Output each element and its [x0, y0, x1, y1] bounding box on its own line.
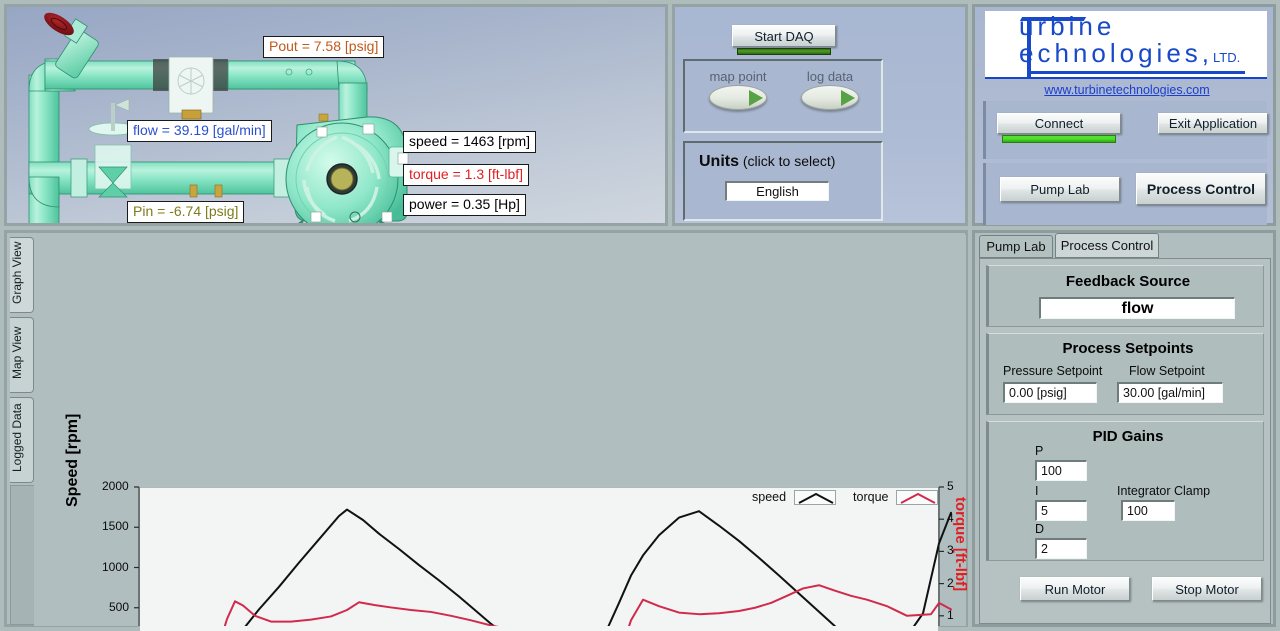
pid-i-label: I	[1035, 484, 1039, 498]
axis-tick-label: 2	[947, 575, 954, 590]
stop-motor-button[interactable]: Stop Motor	[1152, 577, 1262, 601]
process-control-body: Feedback Source flow Process Setpoints P…	[979, 258, 1271, 624]
log-data-toggle[interactable]	[801, 85, 859, 110]
readout-power: power = 0.35 [Hp]	[403, 194, 526, 216]
logo-text: urbine echnologies,LTD.	[1019, 11, 1240, 69]
log-data-control[interactable]: log data	[787, 69, 873, 110]
pressure-setpoint-input[interactable]: 0.00 [psig]	[1003, 382, 1097, 403]
connect-status-led	[1002, 135, 1116, 143]
logo-accent-bar-bottom	[1027, 71, 1245, 74]
daq-control-pane: Start DAQ map point log data Units (clic…	[672, 4, 968, 226]
integrator-clamp-label: Integrator Clamp	[1117, 484, 1211, 498]
log-data-label: log data	[806, 69, 854, 84]
top-chart-y-axis-title: Speed [rpm]	[64, 413, 81, 507]
feedback-source-group: Feedback Source flow	[986, 265, 1264, 327]
company-logo: urbine echnologies,LTD.	[985, 11, 1267, 79]
connection-group: Connect Exit Application	[983, 101, 1268, 159]
map-point-control[interactable]: map point	[695, 69, 781, 110]
connect-button[interactable]: Connect	[997, 113, 1121, 134]
top-chart-y2-axis-title: torque [ft-lbf]	[952, 497, 969, 592]
axis-tick-label: 1500	[102, 519, 129, 534]
logo-line-2-text: echnologies,	[1019, 38, 1213, 68]
start-daq-button[interactable]: Start DAQ	[732, 25, 836, 47]
pid-gains-title: PID Gains	[1092, 428, 1164, 445]
readout-flow: flow = 39.19 [gal/min]	[127, 120, 272, 142]
logo-ltd: LTD.	[1213, 50, 1241, 65]
pid-i-input[interactable]: 5	[1035, 500, 1087, 521]
run-motor-button[interactable]: Run Motor	[1020, 577, 1130, 601]
pid-gains-group: PID Gains P 100 I 5 D 2 Integrator Clamp…	[986, 421, 1264, 561]
tab-pump-lab[interactable]: Pump Lab	[979, 235, 1053, 258]
axis-tick-label: 500	[109, 599, 130, 614]
map-point-label: map point	[709, 69, 767, 84]
daq-toggle-group: map point log data	[683, 59, 883, 133]
company-url-link[interactable]: www.turbinetechnologies.com	[975, 83, 1279, 97]
flow-setpoint-input[interactable]: 30.00 [gal/min]	[1117, 382, 1223, 403]
feedback-source-title: Feedback Source	[1065, 273, 1191, 290]
branding-pane: urbine echnologies,LTD. www.turbinetechn…	[972, 4, 1276, 226]
legend-swatch-speed	[793, 490, 836, 506]
axis-tick-label: 1000	[102, 559, 129, 574]
integrator-clamp-input[interactable]: 100	[1121, 500, 1175, 521]
readout-speed: speed = 1463 [rpm]	[403, 131, 537, 153]
process-setpoints-group: Process Setpoints Pressure Setpoint 0.00…	[986, 333, 1264, 415]
top-chart-legend: speed torque	[752, 490, 938, 506]
plot-host: Speed [rpm] torque [ft-lbf] pressure [ps…	[34, 235, 969, 631]
pump-lab-button[interactable]: Pump Lab	[1000, 177, 1120, 202]
units-title-bold: Units	[699, 153, 739, 170]
sidebar-filler	[10, 485, 34, 625]
axis-tick-label: 5	[947, 479, 954, 493]
map-point-toggle[interactable]	[709, 85, 767, 110]
legend-label-torque: torque	[853, 490, 889, 504]
legend-swatch-torque	[895, 490, 938, 506]
flow-setpoint-label: Flow Setpoint	[1129, 364, 1205, 378]
readout-pin: Pin = -6.74 [psig]	[127, 201, 245, 223]
axis-tick-label: 4	[947, 511, 954, 526]
units-title-hint: (click to select)	[739, 153, 836, 169]
start-daq-led	[737, 48, 831, 55]
speed-torque-plot-area[interactable]	[139, 487, 939, 631]
pump-diagram-pane: Pout = 7.58 [psig] flow = 39.19 [gal/min…	[4, 4, 668, 226]
units-selector[interactable]: English	[725, 181, 829, 201]
units-group: Units (click to select) English	[683, 141, 883, 221]
units-title: Units (click to select)	[699, 153, 835, 171]
lab-mode-group: Pump Lab Process Control	[983, 163, 1267, 225]
process-control-button[interactable]: Process Control	[1136, 173, 1266, 205]
pressure-setpoint-label: Pressure Setpoint	[1003, 364, 1103, 378]
exit-application-button[interactable]: Exit Application	[1158, 113, 1268, 134]
readout-pout: Pout = 7.58 [psig]	[263, 36, 385, 58]
pid-p-input[interactable]: 100	[1035, 460, 1087, 481]
sidebar-tab-map-view[interactable]: Map View	[10, 317, 34, 393]
feedback-source-selector[interactable]: flow	[1039, 297, 1235, 319]
process-setpoints-title: Process Setpoints	[1062, 340, 1194, 357]
axis-tick-label: 1	[947, 607, 954, 622]
sidebar-tab-graph-view[interactable]: Graph View	[10, 237, 34, 313]
pid-d-label: D	[1035, 522, 1045, 536]
legend-label-speed: speed	[752, 490, 787, 504]
sidebar-tab-logged-data[interactable]: Logged Data	[10, 397, 34, 483]
logo-line-2: echnologies,LTD.	[1019, 38, 1240, 69]
graph-view-pane: Graph View Map View Logged Data Speed [r…	[4, 230, 969, 631]
pid-p-label: P	[1035, 444, 1044, 458]
process-control-pane: Pump Lab Process Control Feedback Source…	[972, 230, 1276, 627]
readout-torque: torque = 1.3 [ft-lbf]	[403, 164, 530, 186]
tab-process-control[interactable]: Process Control	[1055, 233, 1159, 258]
axis-tick-label: 3	[947, 543, 954, 558]
axis-tick-label: 2000	[102, 479, 129, 493]
pid-d-input[interactable]: 2	[1035, 538, 1087, 559]
